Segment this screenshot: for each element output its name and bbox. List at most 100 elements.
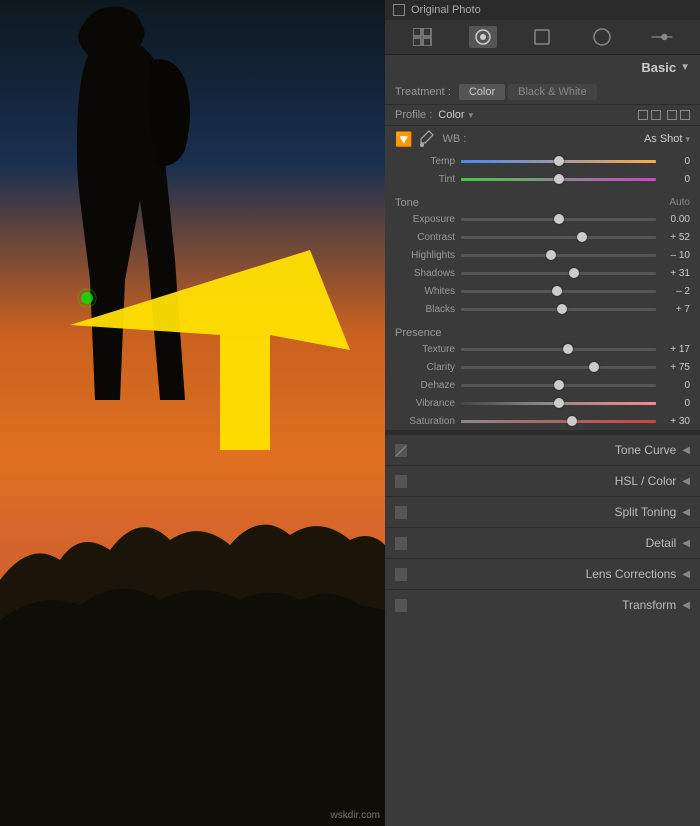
blacks-slider-row: Blacks + 7: [385, 300, 700, 318]
highlights-thumb[interactable]: [546, 250, 556, 260]
highlights-slider-row: Highlights – 10: [385, 246, 700, 264]
exposure-slider-track[interactable]: [461, 212, 656, 226]
saturation-label: Saturation: [395, 416, 455, 427]
shadows-value: + 31: [662, 268, 690, 279]
highlights-value: – 10: [662, 250, 690, 261]
clarity-label: Clarity: [395, 362, 455, 373]
contrast-value: + 52: [662, 232, 690, 243]
whites-value: – 2: [662, 286, 690, 297]
grid-sq-1: [638, 110, 648, 120]
wb-value-container[interactable]: As Shot ▾: [644, 133, 690, 145]
top-bar: Original Photo: [385, 0, 700, 20]
clarity-slider-row: Clarity + 75: [385, 358, 700, 376]
tone-curve-icon: [395, 444, 407, 456]
clarity-thumb[interactable]: [589, 362, 599, 372]
wb-dropdown-arrow: ▾: [685, 134, 690, 145]
detail-section[interactable]: Detail ◀: [385, 527, 700, 558]
contrast-slider-row: Contrast + 52: [385, 228, 700, 246]
lens-corrections-section[interactable]: Lens Corrections ◀: [385, 558, 700, 589]
saturation-thumb[interactable]: [567, 416, 577, 426]
eyedropper-svg-icon[interactable]: [420, 130, 434, 148]
transform-title: Transform: [415, 598, 676, 612]
profile-grid-buttons[interactable]: [638, 110, 690, 121]
contrast-thumb[interactable]: [577, 232, 587, 242]
grid-sq-3: [667, 110, 677, 120]
tone-curve-section[interactable]: Tone Curve ◀: [385, 434, 700, 465]
graduated-filter-icon[interactable]: [588, 26, 616, 48]
whites-thumb[interactable]: [552, 286, 562, 296]
color-button[interactable]: Color: [459, 84, 505, 100]
tone-auto-button[interactable]: Auto: [669, 197, 690, 209]
eyedropper-icon[interactable]: 🔽: [395, 131, 412, 148]
texture-slider-track[interactable]: [461, 342, 656, 356]
vibrance-thumb[interactable]: [554, 398, 564, 408]
tone-section-label: Tone Auto: [385, 194, 700, 210]
treatment-row: Treatment : Color Black & White: [385, 80, 700, 105]
detail-title: Detail: [415, 536, 676, 550]
black-white-button[interactable]: Black & White: [508, 84, 596, 100]
vibrance-label: Vibrance: [395, 398, 455, 409]
crop-icon[interactable]: [469, 26, 497, 48]
texture-thumb[interactable]: [563, 344, 573, 354]
grid-icon[interactable]: [409, 26, 437, 48]
healing-icon[interactable]: [528, 26, 556, 48]
whites-slider-row: Whites – 2: [385, 282, 700, 300]
vibrance-slider-row: Vibrance 0: [385, 394, 700, 412]
highlights-slider-track[interactable]: [461, 248, 656, 262]
transform-arrow: ◀: [682, 600, 690, 611]
dehaze-slider-track[interactable]: [461, 378, 656, 392]
profile-label: Profile :: [395, 109, 432, 121]
exposure-thumb[interactable]: [554, 214, 564, 224]
basic-header: Basic ▼: [385, 55, 700, 80]
tint-thumb[interactable]: [554, 174, 564, 184]
clarity-slider-track[interactable]: [461, 360, 656, 374]
detail-arrow: ◀: [682, 538, 690, 549]
blacks-slider-track[interactable]: [461, 302, 656, 316]
profile-row: Profile : Color ▾: [385, 105, 700, 126]
saturation-slider-row: Saturation + 30: [385, 412, 700, 430]
texture-value: + 17: [662, 344, 690, 355]
temp-thumb[interactable]: [554, 156, 564, 166]
tint-slider-track[interactable]: [461, 172, 656, 186]
basic-dropdown-arrow[interactable]: ▼: [680, 62, 690, 73]
profile-dropdown-arrow[interactable]: ▾: [469, 110, 474, 121]
dehaze-label: Dehaze: [395, 380, 455, 391]
tint-value: 0: [662, 174, 690, 185]
dehaze-slider-row: Dehaze 0: [385, 376, 700, 394]
basic-title: Basic: [641, 60, 676, 75]
lens-corrections-title: Lens Corrections: [415, 567, 676, 581]
presence-title: Presence: [395, 327, 441, 339]
lens-corrections-arrow: ◀: [682, 569, 690, 580]
saturation-slider-track[interactable]: [461, 414, 656, 428]
whites-slider-track[interactable]: [461, 284, 656, 298]
lens-corrections-icon: [395, 568, 407, 580]
split-toning-arrow: ◀: [682, 507, 690, 518]
split-toning-title: Split Toning: [415, 505, 676, 519]
split-toning-section[interactable]: Split Toning ◀: [385, 496, 700, 527]
split-toning-icon: [395, 506, 407, 518]
hsl-color-section[interactable]: HSL / Color ◀: [385, 465, 700, 496]
tint-label: Tint: [395, 174, 455, 185]
original-photo-checkbox[interactable]: [393, 4, 405, 16]
blacks-value: + 7: [662, 304, 690, 315]
transform-section[interactable]: Transform ◀: [385, 589, 700, 620]
shadows-thumb[interactable]: [569, 268, 579, 278]
shadows-slider-track[interactable]: [461, 266, 656, 280]
blacks-thumb[interactable]: [557, 304, 567, 314]
tone-title: Tone: [395, 197, 419, 209]
right-panel: Original Photo: [385, 0, 700, 826]
adjustment-brush-icon[interactable]: [648, 26, 676, 48]
wb-row: 🔽 WB : As Shot ▾: [385, 126, 700, 152]
saturation-value: + 30: [662, 416, 690, 427]
temp-slider-track[interactable]: [461, 154, 656, 168]
develop-panel: Basic ▼ Treatment : Color Black & White …: [385, 55, 700, 826]
tint-slider-row: Tint 0: [385, 170, 700, 188]
dehaze-thumb[interactable]: [554, 380, 564, 390]
exposure-slider-row: Exposure 0.00: [385, 210, 700, 228]
vibrance-slider-track[interactable]: [461, 396, 656, 410]
wb-label: WB :: [442, 133, 466, 145]
tone-curve-arrow: ◀: [682, 445, 690, 456]
temp-label: Temp: [395, 156, 455, 167]
contrast-slider-track[interactable]: [461, 230, 656, 244]
hsl-color-icon: [395, 475, 407, 487]
